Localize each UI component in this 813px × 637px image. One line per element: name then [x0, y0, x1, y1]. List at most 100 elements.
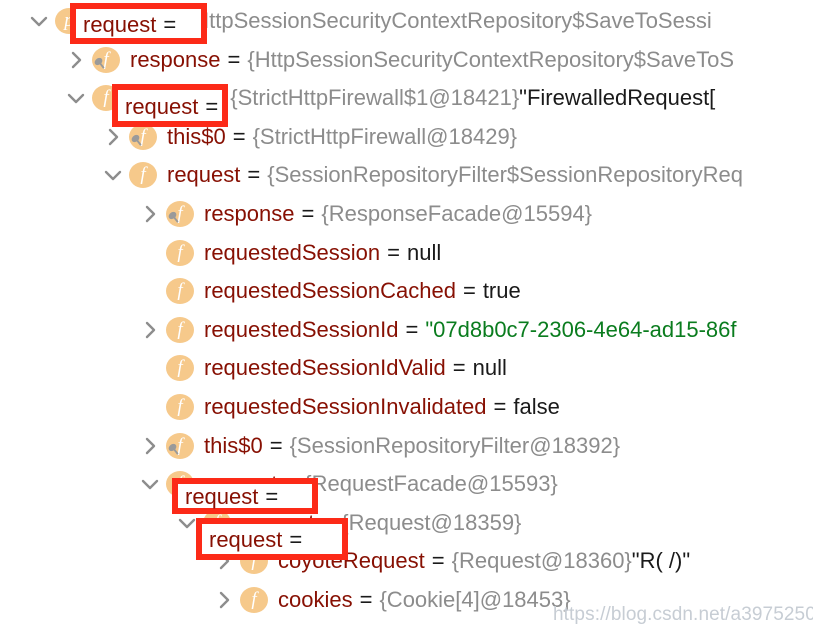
variable-row[interactable]: f request = {SessionRepositoryFilter$Sessio…: [100, 156, 743, 194]
final-modifier-icon: [166, 429, 179, 455]
assignment-operator: =: [301, 201, 315, 226]
chevron-right-icon[interactable]: [211, 587, 237, 613]
assignment-operator: =: [493, 394, 507, 419]
chevron-down-icon[interactable]: [174, 510, 200, 536]
parameter-icon: p: [54, 6, 84, 36]
variable-name: this$0: [204, 432, 263, 458]
variable-name: response: [204, 201, 295, 226]
variable-row[interactable]: f request = {RequestFacade@15593}: [137, 465, 558, 503]
field-icon: f: [165, 238, 195, 268]
assignment-operator: =: [452, 355, 466, 381]
variable-name: request: [93, 8, 167, 33]
field-icon: f: [91, 83, 121, 113]
variable-row[interactable]: f request = {Request@18359}: [174, 504, 521, 542]
variable-name: requestedSessionIdValid: [204, 355, 446, 381]
field-icon: f: [165, 469, 195, 499]
member-kind-glyph: f: [140, 164, 146, 186]
variable-value: {SessionRepositoryFilter@18392}: [289, 432, 621, 458]
member-kind-glyph: f: [177, 357, 183, 379]
variable-row[interactable]: f this$0 = {SessionRepositoryFilter@18392}: [137, 427, 620, 465]
final-modifier-icon: [92, 43, 105, 69]
variable-row[interactable]: f coyoteRequest = {Request@18360} "R( /)": [211, 542, 690, 580]
variable-value: true: [482, 278, 521, 304]
variable-value: {Request@18360}: [451, 548, 632, 574]
member-kind-glyph: f: [177, 241, 183, 263]
field-icon: f: [202, 508, 232, 538]
assignment-operator: =: [227, 46, 241, 72]
debugger-variables-tree[interactable]: p request = HttpSessionSecurityContextRepos…: [0, 0, 813, 637]
field-icon: f: [239, 546, 269, 576]
member-kind-glyph: f: [251, 589, 257, 610]
variable-name: requestedSessionInvalidated: [204, 394, 487, 419]
member-kind-glyph: f: [177, 280, 183, 302]
field-icon: f: [165, 199, 195, 229]
variable-name: response: [130, 46, 221, 72]
member-kind-glyph: f: [177, 473, 183, 495]
expander-placeholder: [137, 278, 163, 304]
variable-row[interactable]: f request = {StrictHttpFirewall$1@18421} "F…: [63, 79, 715, 117]
field-icon: f: [91, 45, 121, 75]
assignment-operator: =: [247, 162, 261, 188]
assignment-operator: =: [173, 8, 187, 33]
variable-value: "07d8b0c7-2306-4e64-ad15-86f: [425, 316, 737, 342]
expander-placeholder: [137, 355, 163, 381]
variable-row[interactable]: f requestedSessionCached = true: [137, 272, 521, 310]
watermark: https://blog.csdn.net/a397525088: [553, 604, 813, 625]
chevron-right-icon[interactable]: [137, 433, 163, 459]
variable-row[interactable]: f requestedSessionInvalidated = false: [137, 388, 560, 426]
variable-value: {SessionRepositoryFilter$SessionReposito…: [267, 162, 743, 188]
variable-value: {RequestFacade@15593}: [304, 471, 558, 497]
assignment-operator: =: [387, 239, 400, 265]
field-icon: f: [128, 122, 158, 152]
assignment-operator: =: [232, 123, 246, 149]
variable-row[interactable]: p request = HttpSessionSecurityContextRepos…: [26, 2, 712, 40]
variable-row[interactable]: f requestedSessionId = "07d8b0c7-2306-4e64-…: [137, 311, 737, 349]
variable-value: null: [406, 239, 442, 265]
chevron-down-icon[interactable]: [100, 162, 126, 188]
assignment-operator: =: [284, 471, 298, 497]
chevron-right-icon[interactable]: [137, 201, 163, 227]
variable-name: request: [167, 162, 241, 188]
assignment-operator: =: [462, 278, 476, 304]
final-modifier-icon: [166, 197, 179, 223]
expander-placeholder: [137, 240, 163, 266]
variable-row[interactable]: f response = {ResponseFacade@15594}: [137, 195, 592, 233]
variable-row[interactable]: f requestedSession = null: [137, 234, 441, 272]
member-kind-glyph: f: [214, 511, 220, 533]
chevron-right-icon[interactable]: [63, 47, 89, 73]
variable-row[interactable]: f cookies = {Cookie[4]@18453}: [211, 581, 571, 619]
field-icon: f: [165, 392, 195, 422]
variable-value: HttpSessionSecurityContextRepository$Sav…: [193, 8, 712, 33]
assignment-operator: =: [431, 548, 445, 574]
variable-value: false: [513, 394, 560, 419]
chevron-right-icon[interactable]: [137, 317, 163, 343]
variable-name: request: [130, 85, 204, 111]
member-kind-glyph: p: [64, 10, 74, 31]
variable-name: coyoteRequest: [278, 548, 425, 574]
variable-value: {HttpSessionSecurityContextRepository$Sa…: [247, 46, 735, 72]
variable-name: requestedSessionCached: [204, 278, 456, 304]
final-modifier-icon: [129, 120, 142, 146]
variable-row[interactable]: f this$0 = {StrictHttpFirewall@18429}: [100, 118, 517, 156]
member-kind-glyph: f: [103, 87, 109, 109]
variable-name: requestedSession: [204, 239, 381, 265]
variable-name: this$0: [167, 123, 226, 149]
chevron-right-icon[interactable]: [100, 124, 126, 150]
chevron-down-icon[interactable]: [63, 85, 89, 111]
variable-value-extra: "R( /)": [631, 548, 691, 574]
field-icon: f: [165, 353, 195, 383]
chevron-down-icon[interactable]: [137, 471, 163, 497]
variable-value: {ResponseFacade@15594}: [321, 201, 593, 226]
variable-value: {StrictHttpFirewall@18429}: [252, 123, 518, 149]
chevron-right-icon[interactable]: [211, 548, 237, 574]
field-icon: f: [128, 160, 158, 190]
assignment-operator: =: [359, 587, 373, 612]
variable-row[interactable]: f requestedSessionIdValid = null: [137, 349, 507, 387]
field-icon: f: [165, 276, 195, 306]
assignment-operator: =: [269, 432, 283, 458]
expander-placeholder: [137, 394, 163, 420]
chevron-down-icon[interactable]: [26, 8, 52, 34]
variable-row[interactable]: f response = {HttpSessionSecurityContextRep…: [63, 41, 734, 79]
field-icon: f: [165, 315, 195, 345]
variable-name: request: [204, 471, 278, 497]
